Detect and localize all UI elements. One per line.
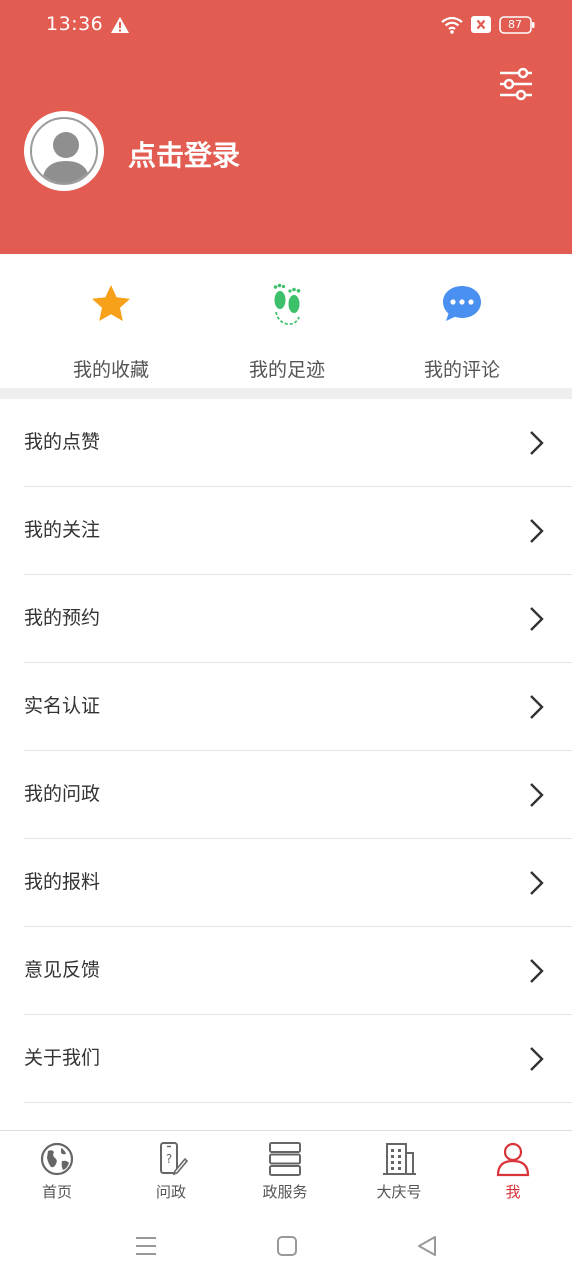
avatar-placeholder [30,117,98,185]
footprints-icon [273,283,301,326]
divider [24,1102,572,1103]
status-bar: 13:36 87 [0,0,572,52]
tab-label: 政服务 [262,1183,308,1201]
chevron-right-icon [530,431,544,455]
back-triangle-icon[interactable] [413,1232,441,1260]
svg-text:?: ? [166,1152,172,1166]
avatar[interactable] [24,111,104,191]
chevron-right-icon [530,519,544,543]
star-icon [92,285,130,321]
tab-daqing-account[interactable]: 大庆号 [342,1131,456,1213]
menu-item-reports[interactable]: 我的报料 [0,839,572,927]
quick-label: 我的收藏 [72,359,149,381]
menu-item-likes[interactable]: 我的点赞 [0,399,572,487]
chevron-right-icon [530,959,544,983]
menu-item-feedback[interactable]: 意见反馈 [0,927,572,1015]
menu-label: 我的点赞 [24,431,101,453]
tab-label: 大庆号 [376,1183,422,1201]
server-icon [269,1142,301,1176]
menu-label: 我的预约 [24,607,101,629]
menu-item-verification[interactable]: 实名认证 [0,663,572,751]
quick-favorites[interactable]: 我的收藏 [31,276,191,381]
quick-label: 我的评论 [423,359,500,381]
chevron-right-icon [530,783,544,807]
tab-home[interactable]: 首页 [0,1131,114,1213]
menu-label: 我的关注 [24,519,101,541]
bottom-tab-bar: 首页 ? 问政 政服务 大庆号 我 [0,1130,572,1212]
menu-label: 实名认证 [24,695,101,717]
profile-page: 13:36 87 点击登录 我的收藏 我的足迹 我的评论 我的点赞 我的关注 我… [0,0,572,1280]
section-divider [0,388,572,399]
warning-icon [111,17,129,33]
phone-question-icon: ? [160,1142,189,1176]
menu-item-follows[interactable]: 我的关注 [0,487,572,575]
tab-label: 问政 [155,1183,186,1201]
menu-label: 我的报料 [24,871,101,893]
tab-me[interactable]: 我 [456,1131,570,1213]
globe-icon [40,1142,74,1176]
tab-label: 我 [505,1183,521,1201]
tab-label: 首页 [41,1183,72,1201]
menu-label: 我的问政 [24,783,101,805]
quick-footprints[interactable]: 我的足迹 [207,276,367,381]
chevron-right-icon [530,1047,544,1071]
profile-header: 13:36 87 点击登录 [0,0,572,254]
tab-inquiry[interactable]: ? 问政 [114,1131,228,1213]
chevron-right-icon [530,871,544,895]
status-time: 13:36 [46,13,104,35]
user-silhouette-icon [42,132,90,183]
login-prompt[interactable]: 点击登录 [128,134,240,174]
building-icon [383,1143,416,1175]
quick-actions-row: 我的收藏 我的足迹 我的评论 [0,254,572,388]
chevron-right-icon [530,695,544,719]
chevron-right-icon [530,607,544,631]
home-square-icon[interactable] [273,1232,301,1260]
tab-gov-services[interactable]: 政服务 [228,1131,342,1213]
wifi-icon [441,16,463,34]
menu-item-about[interactable]: 关于我们 [0,1015,572,1103]
quick-label: 我的足迹 [248,359,325,381]
menu-item-inquiries[interactable]: 我的问政 [0,751,572,839]
menu-item-appointments[interactable]: 我的预约 [0,575,572,663]
settings-sliders-icon[interactable] [494,64,538,104]
menu-label: 意见反馈 [24,959,101,981]
battery-level: 87 [508,18,522,31]
menu-label: 关于我们 [24,1047,101,1069]
quick-comments[interactable]: 我的评论 [382,276,542,381]
menu-lines-icon[interactable] [132,1232,160,1260]
sim-off-icon [471,16,491,33]
system-navigation-bar [0,1212,572,1280]
chat-bubble-icon [443,286,481,321]
person-icon [496,1142,530,1177]
menu-list: 我的点赞 我的关注 我的预约 实名认证 我的问政 我的报料 意见反馈 关于我们 [0,399,572,1103]
